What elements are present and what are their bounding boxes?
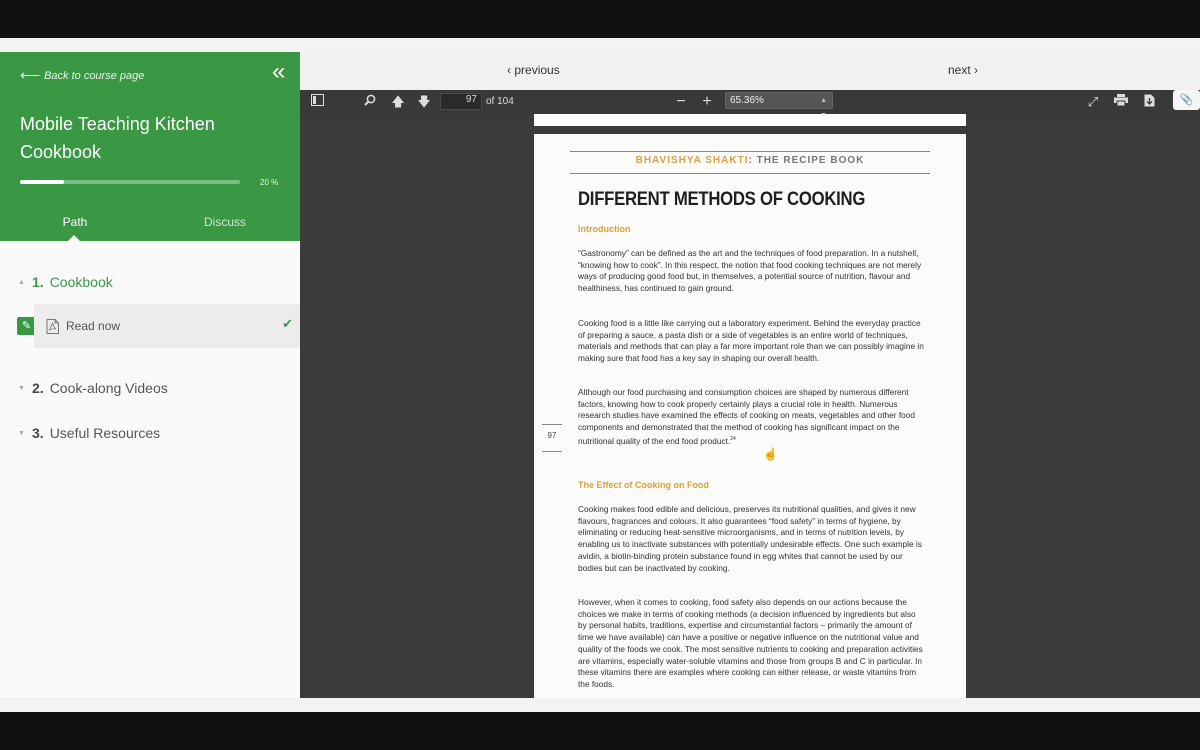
paragraph-3-text: Although our food purchasing and consump… [578,387,916,446]
search-icon[interactable] [362,94,378,110]
paragraph-3: Although our food purchasing and consump… [578,387,924,447]
section-number: 1. [32,274,44,290]
zoom-in-icon[interactable]: + [699,94,715,110]
caret-down-icon: ▼ [18,429,25,437]
course-progress-bar [20,180,240,184]
footnote-ref: 24 [730,435,736,442]
section-cook-along-videos[interactable]: ▼ 2. Cook-along Videos [0,380,300,396]
pdf-toolbar: 🡅 🡇 97 of 104 − + 65.36% ▲▼ ⤢ 📎 [300,90,1200,119]
sidebar-tabs: Path Discuss [0,210,300,242]
lesson-item-read-now[interactable]: Read now ✔ [34,304,300,348]
back-to-course-link[interactable]: ⟵ Back to course page [20,67,144,84]
course-title: Mobile Teaching Kitchen Cookbook [20,114,215,162]
page-running-header: BHAVISHYA SHAKTI: THE RECIPE BOOK [570,155,930,166]
next-button[interactable]: next › [948,63,978,77]
section-number: 2. [32,380,44,396]
previous-page-sheet [534,114,966,126]
section-useful-resources[interactable]: ▼ 3. Useful Resources [0,425,300,441]
previous-button[interactable]: ‹ previous [507,63,560,77]
caret-down-icon: ▼ [18,384,25,392]
tab-path[interactable]: Path [0,210,150,242]
header-rest: : THE RECIPE BOOK [748,155,865,166]
back-link-label: Back to course page [44,69,145,82]
intro-heading: Introduction [578,224,631,234]
page-number: 97 [547,431,557,440]
zoom-out-icon[interactable]: − [673,94,689,110]
course-sidebar: ⟵ Back to course page « Mobile Teaching … [0,52,300,698]
toggle-sidebar-icon[interactable] [309,94,325,110]
section-label: Cook-along Videos [49,380,168,396]
next-label: next [948,63,971,77]
course-progress-label: 20 % [260,178,279,187]
arrow-left-icon: ⟵ [20,67,41,83]
caret-up-icon: ▲ [18,278,25,286]
chevron-right-icon: › [974,63,979,77]
previous-page-icon[interactable]: 🡅 [390,94,406,110]
section-number: 3. [32,425,44,441]
document-title: DIFFERENT METHODS OF COOKING [578,189,866,210]
hand-cursor-icon: ☝ [763,447,778,461]
collapse-sidebar-icon[interactable]: « [272,58,286,86]
letterbox-bottom [0,712,1200,750]
paragraph-2: Cooking food is a little like carrying o… [578,318,924,364]
header-rule-top [570,151,930,152]
letterbox-top [0,0,1200,38]
app-window: ⟵ Back to course page « Mobile Teaching … [0,38,1200,712]
fullscreen-icon[interactable]: ⤢ [1085,94,1101,110]
pdf-document-icon [46,318,59,334]
page-number-rule-bottom [542,451,562,452]
lesson-item-label: Read now [66,319,121,333]
page-number-input[interactable]: 97 [440,93,482,110]
paragraph-1: “Gastronomy” can be defined as the art a… [578,248,922,294]
lesson-nav-bar: ‹ previous next › [300,52,1200,90]
section-heading: The Effect of Cooking on Food [578,480,709,490]
checkmark-icon: ✔ [282,316,293,331]
pdf-viewer[interactable]: BHAVISHYA SHAKTI: THE RECIPE BOOK DIFFER… [300,114,1200,698]
section-cookbook[interactable]: ▲ 1. Cookbook [0,274,300,290]
zoom-select[interactable]: 65.36% ▲▼ [725,92,833,119]
page-count-label: of 104 [486,96,514,107]
next-page-icon[interactable]: 🡇 [416,94,432,110]
print-icon[interactable] [1113,94,1129,110]
tab-discuss[interactable]: Discuss [150,210,300,241]
download-icon[interactable] [1141,94,1157,110]
chevron-left-icon: ‹ [507,63,511,77]
header-rule-bottom [570,173,930,174]
section-label: Cookbook [49,274,113,290]
section-label: Useful Resources [49,425,161,441]
sidebar-header: ⟵ Back to course page « Mobile Teaching … [0,52,300,242]
previous-label: previous [514,63,560,77]
course-progress-fill [20,180,64,184]
zoom-value: 65.36% [730,95,764,106]
paragraph-5: However, when it comes to cooking, food … [578,597,923,689]
page-number-rule-top [542,424,562,425]
header-highlight: BHAVISHYA SHAKTI [635,155,749,166]
pdf-page: BHAVISHYA SHAKTI: THE RECIPE BOOK DIFFER… [534,134,966,698]
attachment-icon[interactable]: 📎 [1173,90,1200,110]
paragraph-4: Cooking makes food edible and delicious,… [578,504,922,573]
